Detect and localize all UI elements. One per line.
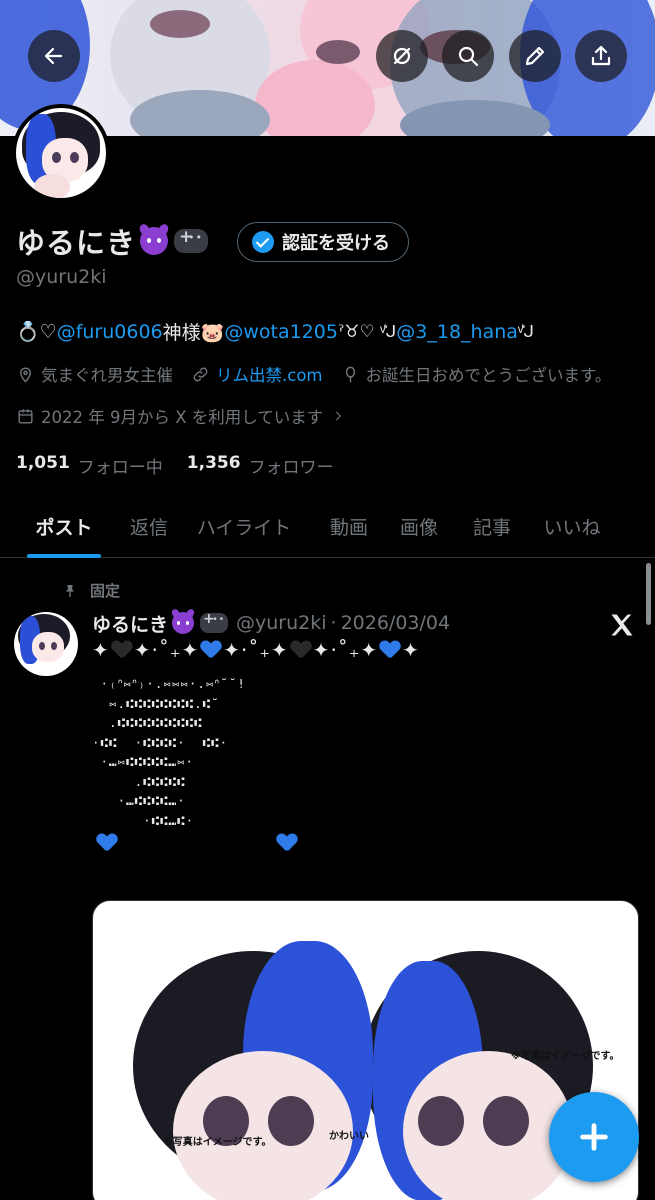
post-deco-line: ✦ ✦ ·˚₊ ✦ ✦ ·˚₊ ✦ ✦ ·˚₊ ✦ ✦ [92, 638, 420, 662]
edit-icon [525, 46, 545, 66]
bio-suffix: ᵛ͛ᒍ [517, 321, 535, 342]
profile-tabs: ポスト 返信 ハイライト 動画 画像 記事 いいね [0, 494, 655, 558]
profile-location: 気まぐれ男女主催 [16, 362, 173, 386]
verified-badge-icon [252, 231, 274, 253]
devil-emoji-icon [140, 227, 169, 255]
translate-button[interactable] [376, 30, 428, 82]
following-link[interactable]: 1,051 フォロー中 [16, 453, 163, 478]
share-icon [591, 45, 611, 66]
profile-website[interactable]: リム出禁.com [191, 362, 323, 386]
followers-link[interactable]: 1,356 フォロワー [187, 453, 334, 478]
post-ascii-art: ·₍ᐢ⑅ᐢ₎·.⑅⑅⑅·.⑅ᐢ˘˘! ⑅.⑆⑆⑆⑆⑆⑆⑆⑆.⑆˘ .⑆⑆⑆⑆⑆⑆… [92, 676, 246, 828]
pinned-indicator: 固定 [62, 580, 120, 601]
translate-icon [393, 47, 411, 65]
post-header: ゆるにき @yuru2ki · 2026/03/04 [92, 609, 450, 637]
tab-images[interactable]: 画像 [380, 494, 458, 558]
media-note-right: ※写真はイメージです。 [511, 1051, 620, 1062]
bio-prefix: 💍♡ [16, 321, 57, 343]
tab-likes[interactable]: いいね [526, 494, 618, 558]
media-note-cute: かわいい [329, 1131, 369, 1142]
compose-post-button[interactable] [549, 1092, 639, 1182]
link-icon [193, 367, 208, 381]
display-name: ゆるにき [16, 226, 137, 260]
follow-stats: 1,051 フォロー中 1,356 フォロワー [16, 453, 358, 478]
profile-name-row: ゆるにき [16, 220, 209, 262]
get-verified-label: 認証を受ける [282, 233, 390, 254]
scrollbar[interactable] [646, 563, 651, 625]
post-author-avatar[interactable] [14, 612, 78, 676]
post-author-handle[interactable]: @yuru2ki [236, 612, 327, 634]
bio-mention-wota1205[interactable]: @wota1205 [224, 321, 338, 343]
search-button[interactable] [442, 30, 494, 82]
tab-replies[interactable]: 返信 [128, 494, 170, 558]
blue-heart-icon [97, 834, 117, 852]
post-separator: · [330, 612, 337, 634]
back-button[interactable] [28, 30, 80, 82]
black-heart-icon [291, 641, 311, 659]
gamepad-emoji-icon [200, 611, 229, 633]
tab-videos[interactable]: 動画 [318, 494, 380, 558]
post-date[interactable]: 2026/03/04 [341, 612, 451, 634]
balloon-icon [345, 366, 355, 382]
blue-heart-icon [277, 834, 297, 852]
search-icon [458, 46, 479, 67]
gamepad-emoji-icon [174, 227, 209, 253]
tab-posts[interactable]: ポスト [0, 494, 128, 558]
blue-heart-icon [380, 641, 400, 659]
share-button[interactable] [575, 30, 627, 82]
profile-handle: @yuru2ki [16, 266, 107, 288]
x-logo-icon [608, 611, 636, 639]
arrow-left-icon [44, 47, 63, 65]
bio-mention-furu0606[interactable]: @furu0606 [57, 321, 163, 343]
tab-articles[interactable]: 記事 [458, 494, 526, 558]
devil-emoji-icon [172, 612, 195, 634]
edit-button[interactable] [509, 30, 561, 82]
chevron-right-icon [336, 411, 342, 421]
media-note-left: ※写真はイメージです。 [163, 1137, 272, 1148]
tab-highlights[interactable]: ハイライト [170, 494, 318, 558]
plus-icon [580, 1123, 608, 1151]
profile-meta: 気まぐれ男女主催 リム出禁.com お誕生日おめでとうございます。 [16, 362, 629, 386]
get-verified-button[interactable]: 認証を受ける [237, 222, 409, 262]
bio-text-2: ˀ♉♡ ᵛ͛ᒍ [337, 321, 397, 342]
profile-joined[interactable]: 2022 年 9月から X を利用しています [16, 404, 351, 428]
profile-birthday: お誕生日おめでとうございます。 [341, 362, 611, 386]
location-pin-icon [20, 367, 31, 382]
bio-text-1: 神様🐷 [162, 322, 225, 344]
profile-avatar[interactable] [12, 104, 110, 202]
black-heart-icon [112, 641, 132, 659]
pin-icon [66, 584, 74, 597]
bio-mention-3-18-hana[interactable]: @3_18_hana [396, 321, 518, 343]
profile-bio: 💍♡ @furu0606 神様🐷 @wota1205 ˀ♉♡ ᵛ͛ᒍ @3_18… [16, 318, 534, 345]
tab-active-indicator [27, 554, 101, 558]
blue-heart-icon [201, 641, 221, 659]
calendar-icon [18, 408, 33, 424]
post-author-name[interactable]: ゆるにき [92, 610, 168, 637]
